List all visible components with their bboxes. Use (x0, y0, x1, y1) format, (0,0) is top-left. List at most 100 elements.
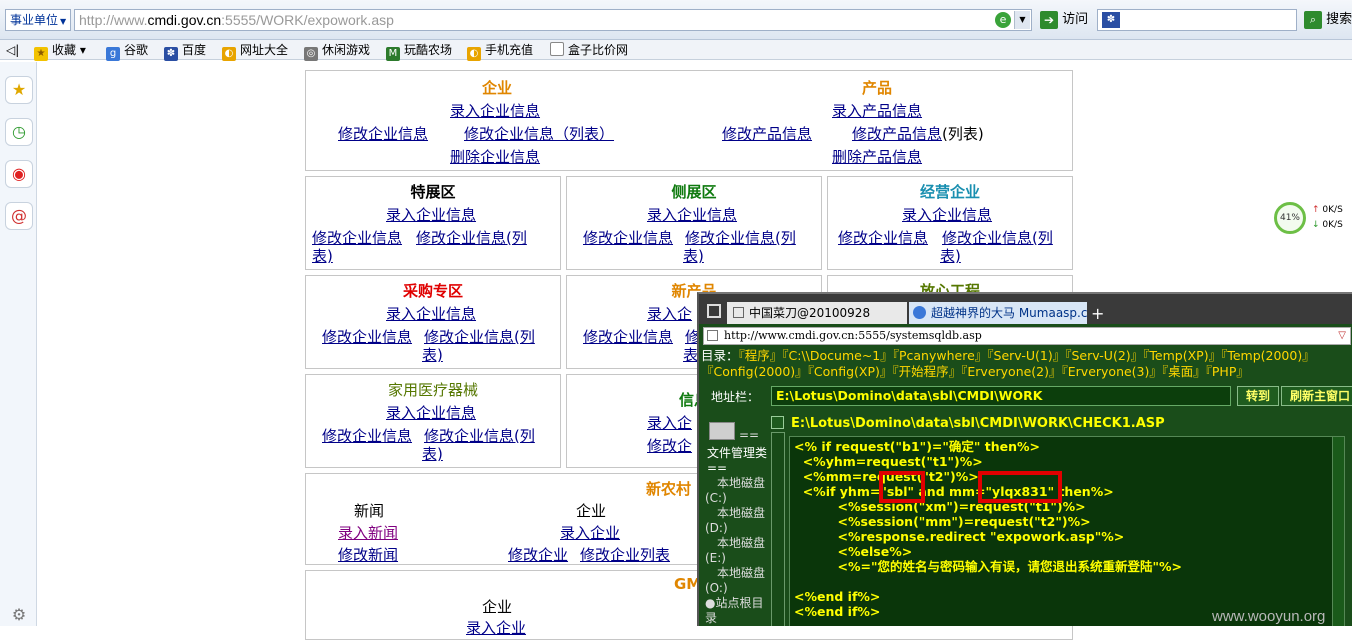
enterprise-edit-link[interactable]: 修改企业信息 (338, 123, 428, 144)
path-row: 地址栏： E:\Lotus\Domino\data\sbl\CMDI\WORK … (705, 386, 1352, 406)
product-delete-link[interactable]: 删除产品信息 (832, 146, 922, 167)
speed-percent-gauge: 41% (1274, 202, 1306, 234)
disk-o-link[interactable]: 本地磁盘(O:) (705, 566, 769, 596)
mail-icon[interactable]: @ (5, 202, 33, 230)
operating-edit-link[interactable]: 修改企业信息 (838, 227, 928, 248)
fav-baidu[interactable]: ✽ 百度 (164, 42, 206, 61)
disk-c-link[interactable]: 本地磁盘(C:) (705, 476, 769, 506)
enterprise-product-panel: 企业 录入企业信息 修改企业信息 修改企业信息（列表） 删除企业信息 产品 录入… (305, 70, 1073, 171)
gmp-enterprise-heading: 企业 (482, 598, 513, 616)
special-edit-list-link-cont[interactable]: 表) (312, 245, 333, 266)
folder-icon (709, 422, 735, 440)
farm-icon: M (386, 47, 400, 61)
fav-games[interactable]: ◎ 休闲游戏 (304, 42, 370, 61)
news-add-link[interactable]: 录入新闻 (338, 522, 398, 543)
newproduct-edit-list-link-cont[interactable]: 表 (683, 344, 698, 365)
url-history-dropdown-icon[interactable]: ▼ (1014, 11, 1030, 29)
info-add-link[interactable]: 录入企 (647, 412, 692, 433)
watermark: www.wooyun.org (1212, 608, 1326, 625)
site-root-link[interactable]: ●站点根目录 (705, 596, 769, 626)
goto-button[interactable]: 转到 (1237, 386, 1280, 406)
side-edit-list-link-cont[interactable]: 表) (683, 245, 704, 266)
search-button[interactable]: ⌕ 搜索 (1304, 10, 1352, 30)
site-icon: ◐ (222, 47, 236, 61)
news-edit-link[interactable]: 修改新闻 (338, 544, 398, 565)
fav-google[interactable]: g 谷歌 (106, 42, 148, 61)
search-input[interactable]: ✽ (1097, 9, 1297, 31)
info-edit-link[interactable]: 修改企 (647, 435, 692, 456)
popup-address-bar[interactable]: http://www.cmdi.gov.cn:5555/systemsqldb.… (703, 327, 1351, 345)
favorites-button[interactable]: ★ 收藏 ▾ (34, 42, 86, 61)
file-manager-sidebar: == 文件管理类 == 本地磁盘(C:) 本地磁盘(D:) 本地磁盘(E:) 本… (701, 414, 769, 626)
side-add-link[interactable]: 录入企业信息 (647, 204, 737, 225)
purchase-add-link[interactable]: 录入企业信息 (386, 303, 476, 324)
favorites-bar: ◁| ★ 收藏 ▾ g 谷歌 ✽ 百度 ◐ 网址大全 ◎ 休闲游戏 M 玩酷农场 ◐ 手机充值… (0, 40, 1352, 61)
product-edit-list: 修改产品信息(列表) (852, 125, 984, 143)
medical-edit-link[interactable]: 修改企业信息 (322, 425, 412, 446)
newproduct-add-link[interactable]: 录入企 (647, 303, 692, 324)
network-speed-widget[interactable]: 41% ↑ 0K/S ↓ 0K/S (1272, 198, 1352, 238)
fav-compare[interactable]: 盒子比价网 (550, 42, 628, 58)
village-enterprise-edit-list-link[interactable]: 修改企业列表 (580, 544, 670, 565)
tab-webshell[interactable]: 超越神界的大马 Mumaasp.c... (909, 302, 1087, 324)
up-arrow-icon: ↑ (1312, 205, 1320, 215)
search-icon: ⌕ (1304, 10, 1322, 29)
dir-shortcut-links-2[interactable]: 『Config(2000)』『Config(XP)』『开始程序』『Erveryo… (701, 364, 1351, 380)
new-tab-plus-icon[interactable]: + (1091, 304, 1104, 323)
favorites-star-icon[interactable]: ★ (5, 76, 33, 104)
fav-farm[interactable]: M 玩酷农场 (386, 42, 452, 61)
product-edit-list-link[interactable]: 修改产品信息 (852, 125, 942, 143)
side-edit-link[interactable]: 修改企业信息 (583, 227, 673, 248)
news-heading: 新闻 (354, 502, 385, 520)
visit-button[interactable]: ➔ 访问 (1040, 10, 1088, 30)
special-zone-panel: 特展区 录入企业信息 修改企业信息 修改企业信息(列 表) (305, 176, 561, 270)
operating-add-link[interactable]: 录入企业信息 (902, 204, 992, 225)
weibo-icon[interactable]: ◉ (5, 160, 33, 188)
fav-recharge[interactable]: ◐ 手机充值 (467, 42, 533, 61)
scope-dropdown[interactable]: 事业单位 ▼ (5, 9, 71, 31)
disk-d-link[interactable]: 本地磁盘(D:) (705, 506, 769, 536)
browser-sidebar: ★ ◷ ◉ @ ⚙ (0, 62, 37, 626)
address-toolbar: 事业单位 ▼ http://www.cmdi.gov.cn:5555/WORK/e… (0, 0, 1352, 40)
code-line: <%end if%> (794, 589, 881, 604)
gmp-enterprise-add-link[interactable]: 录入企业 (466, 617, 526, 638)
enterprise-add-link[interactable]: 录入企业信息 (450, 100, 540, 121)
product-edit-link[interactable]: 修改产品信息 (722, 123, 812, 144)
history-clock-icon[interactable]: ◷ (5, 118, 33, 146)
refresh-main-window-button[interactable]: 刷新主窗口 (1281, 386, 1352, 406)
select-checkbox[interactable] (771, 416, 784, 429)
directory-shortcuts: 目录：『程序』『C:\\Docume~1』『Pcanywhere』『Serv-U… (701, 348, 1351, 380)
left-scrollbar[interactable] (771, 432, 785, 626)
webshell-popup-window: 中国菜刀@20100928 超越神界的大马 Mumaasp.c... + htt… (697, 292, 1352, 626)
newproduct-edit-link[interactable]: 修改企业信息 (583, 326, 673, 347)
tab-chopper[interactable]: 中国菜刀@20100928 (727, 302, 907, 324)
medical-add-link[interactable]: 录入企业信息 (386, 402, 476, 423)
path-input[interactable]: E:\Lotus\Domino\data\sbl\CMDI\WORK (771, 386, 1231, 406)
go-arrow-icon: ➔ (1040, 10, 1058, 29)
purchase-edit-link[interactable]: 修改企业信息 (322, 326, 412, 347)
editor-scrollbar[interactable] (1332, 437, 1344, 626)
special-edit-list-link[interactable]: 修改企业信息(列 (416, 227, 527, 248)
special-add-link[interactable]: 录入企业信息 (386, 204, 476, 225)
fav-sites[interactable]: ◐ 网址大全 (222, 42, 288, 61)
disk-e-link[interactable]: 本地磁盘(E:) (705, 536, 769, 566)
address-dropdown-icon[interactable]: ▽ (1338, 328, 1346, 344)
operating-edit-list-link-cont[interactable]: 表) (940, 245, 961, 266)
enterprise-edit-list-link[interactable]: 修改企业信息（列表） (464, 123, 614, 144)
village-enterprise-edit-link[interactable]: 修改企业 (508, 544, 568, 565)
enterprise-delete-link[interactable]: 删除企业信息 (450, 146, 540, 167)
back-icon[interactable]: ◁| (6, 42, 19, 58)
village-enterprise-add-link[interactable]: 录入企业 (560, 522, 620, 543)
purchase-edit-list-link-cont[interactable]: 表) (422, 344, 443, 365)
purchase-zone-title: 采购专区 (402, 282, 463, 300)
operating-enterprise-panel: 经营企业 录入企业信息 修改企业信息 修改企业信息(列 表) (827, 176, 1073, 270)
url-input[interactable]: http://www.cmdi.gov.cn:5555/WORK/expowor… (74, 9, 1032, 31)
code-line: <%response.redirect "expowork.asp"%> (794, 529, 1125, 544)
dir-shortcut-links[interactable]: 『程序』『C:\\Docume~1』『Pcanywhere』『Serv-U(1)… (739, 348, 1315, 363)
refresh-icon[interactable]: e (995, 12, 1011, 28)
medical-edit-list-link-cont[interactable]: 表) (422, 443, 443, 464)
product-add-link[interactable]: 录入产品信息 (832, 100, 922, 121)
baidu-paw-icon[interactable]: ✽ (1102, 12, 1120, 28)
file-content-editor[interactable]: <% if request("b1")="确定" then%> <%yhm=re… (789, 436, 1345, 626)
village-enterprise-heading: 企业 (576, 502, 607, 520)
